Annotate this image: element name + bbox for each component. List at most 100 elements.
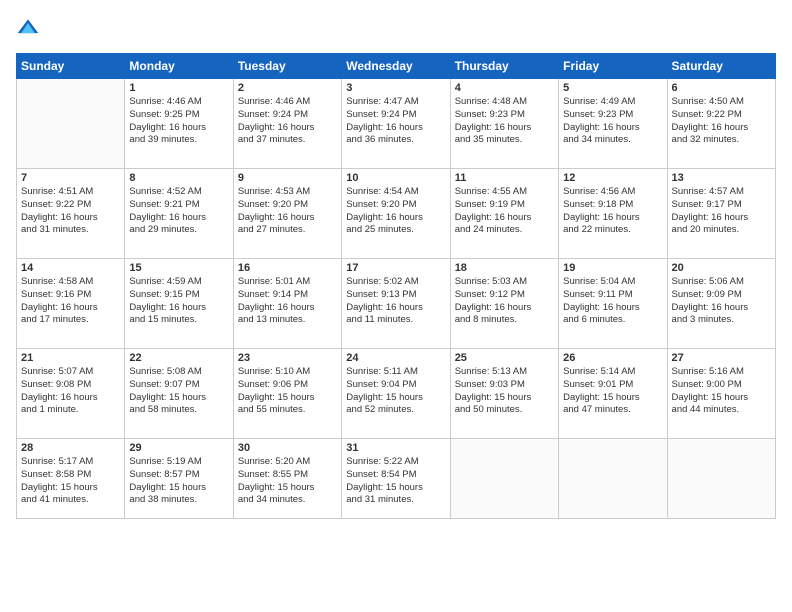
calendar-cell [17, 79, 125, 169]
cell-text: Sunrise: 4:46 AM Sunset: 9:25 PM Dayligh… [129, 96, 228, 147]
calendar-cell: 3 Sunrise: 4:47 AM Sunset: 9:24 PM Daylig… [342, 79, 450, 169]
calendar-cell: 26Sunrise: 5:14 AM Sunset: 9:01 PM Dayli… [559, 349, 667, 439]
day-number: 6 [672, 82, 771, 94]
calendar-cell: 12 Sunrise: 4:56 AM Sunset: 9:18 PM Dayli… [559, 169, 667, 259]
day-number: 4 [455, 82, 554, 94]
calendar-week-3: 14 Sunrise: 4:58 AM Sunset: 9:16 PM Dayli… [17, 259, 776, 349]
cell-text: Sunrise: 5:11 AM Sunset: 9:04 PM Dayligh… [346, 366, 445, 417]
day-number: 8 [129, 172, 228, 184]
cell-text: Sunrise: 5:04 AM Sunset: 9:11 PM Dayligh… [563, 276, 662, 327]
day-number: 28 [21, 442, 120, 454]
cell-text: Sunrise: 5:06 AM Sunset: 9:09 PM Dayligh… [672, 276, 771, 327]
logo-icon [16, 16, 40, 40]
day-header-monday: Monday [125, 54, 233, 79]
calendar-cell: 15 Sunrise: 4:59 AM Sunset: 9:15 PM Dayli… [125, 259, 233, 349]
day-number: 30 [238, 442, 337, 454]
day-header-tuesday: Tuesday [233, 54, 341, 79]
day-number: 27 [672, 352, 771, 364]
calendar-cell: 27 Sunrise: 5:16 AM Sunset: 9:00 PM Dayli… [667, 349, 775, 439]
cell-text: Sunrise: 4:56 AM Sunset: 9:18 PM Dayligh… [563, 186, 662, 237]
cell-text: Sunrise: 5:16 AM Sunset: 9:00 PM Dayligh… [672, 366, 771, 417]
day-number: 12 [563, 172, 662, 184]
cell-text: Sunrise: 5:13 AM Sunset: 9:03 PM Dayligh… [455, 366, 554, 417]
calendar-cell: 22Sunrise: 5:08 AM Sunset: 9:07 PM Dayli… [125, 349, 233, 439]
cell-text: Sunrise: 4:59 AM Sunset: 9:15 PM Dayligh… [129, 276, 228, 327]
cell-text: Sunrise: 4:50 AM Sunset: 9:22 PM Dayligh… [672, 96, 771, 147]
day-header-wednesday: Wednesday [342, 54, 450, 79]
calendar-cell: 10 Sunrise: 4:54 AM Sunset: 9:20 PM Dayli… [342, 169, 450, 259]
cell-text: Sunrise: 5:22 AM Sunset: 8:54 PM Dayligh… [346, 456, 445, 507]
calendar-cell: 14 Sunrise: 4:58 AM Sunset: 9:16 PM Dayli… [17, 259, 125, 349]
cell-text: Sunrise: 5:19 AM Sunset: 8:57 PM Dayligh… [129, 456, 228, 507]
day-number: 29 [129, 442, 228, 454]
day-number: 19 [563, 262, 662, 274]
calendar-cell: 31 Sunrise: 5:22 AM Sunset: 8:54 PM Dayli… [342, 439, 450, 519]
calendar-cell: 30 Sunrise: 5:20 AM Sunset: 8:55 PM Dayli… [233, 439, 341, 519]
day-number: 23 [238, 352, 337, 364]
day-header-sunday: Sunday [17, 54, 125, 79]
day-number: 15 [129, 262, 228, 274]
day-number: 20 [672, 262, 771, 274]
calendar-cell: 2 Sunrise: 4:46 AM Sunset: 9:24 PM Daylig… [233, 79, 341, 169]
calendar-header-row: SundayMondayTuesdayWednesdayThursdayFrid… [17, 54, 776, 79]
calendar-cell: 28 Sunrise: 5:17 AM Sunset: 8:58 PM Dayli… [17, 439, 125, 519]
day-number: 7 [21, 172, 120, 184]
cell-text: Sunrise: 4:47 AM Sunset: 9:24 PM Dayligh… [346, 96, 445, 147]
calendar-cell: 29 Sunrise: 5:19 AM Sunset: 8:57 PM Dayli… [125, 439, 233, 519]
cell-text: Sunrise: 4:46 AM Sunset: 9:24 PM Dayligh… [238, 96, 337, 147]
cell-text: Sunrise: 5:20 AM Sunset: 8:55 PM Dayligh… [238, 456, 337, 507]
cell-text: Sunrise: 4:57 AM Sunset: 9:17 PM Dayligh… [672, 186, 771, 237]
day-number: 22 [129, 352, 228, 364]
calendar-cell: 5Sunrise: 4:49 AM Sunset: 9:23 PM Daylig… [559, 79, 667, 169]
calendar-cell [667, 439, 775, 519]
day-header-friday: Friday [559, 54, 667, 79]
calendar-cell [559, 439, 667, 519]
cell-text: Sunrise: 5:17 AM Sunset: 8:58 PM Dayligh… [21, 456, 120, 507]
day-number: 24 [346, 352, 445, 364]
day-number: 18 [455, 262, 554, 274]
calendar-cell: 16Sunrise: 5:01 AM Sunset: 9:14 PM Dayli… [233, 259, 341, 349]
logo [16, 16, 42, 45]
calendar-cell: 13Sunrise: 4:57 AM Sunset: 9:17 PM Dayli… [667, 169, 775, 259]
day-number: 31 [346, 442, 445, 454]
day-number: 3 [346, 82, 445, 94]
calendar-week-4: 21Sunrise: 5:07 AM Sunset: 9:08 PM Dayli… [17, 349, 776, 439]
cell-text: Sunrise: 5:02 AM Sunset: 9:13 PM Dayligh… [346, 276, 445, 327]
calendar-cell: 4Sunrise: 4:48 AM Sunset: 9:23 PM Daylig… [450, 79, 558, 169]
day-header-thursday: Thursday [450, 54, 558, 79]
cell-text: Sunrise: 4:54 AM Sunset: 9:20 PM Dayligh… [346, 186, 445, 237]
calendar-cell [450, 439, 558, 519]
calendar-cell: 8 Sunrise: 4:52 AM Sunset: 9:21 PM Daylig… [125, 169, 233, 259]
day-number: 1 [129, 82, 228, 94]
day-number: 17 [346, 262, 445, 274]
calendar-table: SundayMondayTuesdayWednesdayThursdayFrid… [16, 53, 776, 519]
cell-text: Sunrise: 5:03 AM Sunset: 9:12 PM Dayligh… [455, 276, 554, 327]
day-number: 2 [238, 82, 337, 94]
day-number: 14 [21, 262, 120, 274]
day-header-saturday: Saturday [667, 54, 775, 79]
cell-text: Sunrise: 5:01 AM Sunset: 9:14 PM Dayligh… [238, 276, 337, 327]
calendar-week-5: 28 Sunrise: 5:17 AM Sunset: 8:58 PM Dayli… [17, 439, 776, 519]
calendar-week-1: 1 Sunrise: 4:46 AM Sunset: 9:25 PM Daylig… [17, 79, 776, 169]
cell-text: Sunrise: 4:52 AM Sunset: 9:21 PM Dayligh… [129, 186, 228, 237]
calendar-cell: 24 Sunrise: 5:11 AM Sunset: 9:04 PM Dayli… [342, 349, 450, 439]
day-number: 9 [238, 172, 337, 184]
cell-text: Sunrise: 4:58 AM Sunset: 9:16 PM Dayligh… [21, 276, 120, 327]
calendar-cell: 7 Sunrise: 4:51 AM Sunset: 9:22 PM Daylig… [17, 169, 125, 259]
day-number: 10 [346, 172, 445, 184]
calendar-cell: 1 Sunrise: 4:46 AM Sunset: 9:25 PM Daylig… [125, 79, 233, 169]
calendar-cell: 20 Sunrise: 5:06 AM Sunset: 9:09 PM Dayli… [667, 259, 775, 349]
day-number: 11 [455, 172, 554, 184]
calendar-cell: 6 Sunrise: 4:50 AM Sunset: 9:22 PM Daylig… [667, 79, 775, 169]
day-number: 25 [455, 352, 554, 364]
day-number: 21 [21, 352, 120, 364]
calendar-cell: 17 Sunrise: 5:02 AM Sunset: 9:13 PM Dayli… [342, 259, 450, 349]
cell-text: Sunrise: 4:51 AM Sunset: 9:22 PM Dayligh… [21, 186, 120, 237]
calendar-cell: 9Sunrise: 4:53 AM Sunset: 9:20 PM Daylig… [233, 169, 341, 259]
calendar-cell: 11Sunrise: 4:55 AM Sunset: 9:19 PM Dayli… [450, 169, 558, 259]
calendar-cell: 19 Sunrise: 5:04 AM Sunset: 9:11 PM Dayli… [559, 259, 667, 349]
page-header [16, 16, 776, 45]
calendar-cell: 25 Sunrise: 5:13 AM Sunset: 9:03 PM Dayli… [450, 349, 558, 439]
day-number: 26 [563, 352, 662, 364]
calendar-cell: 21Sunrise: 5:07 AM Sunset: 9:08 PM Dayli… [17, 349, 125, 439]
